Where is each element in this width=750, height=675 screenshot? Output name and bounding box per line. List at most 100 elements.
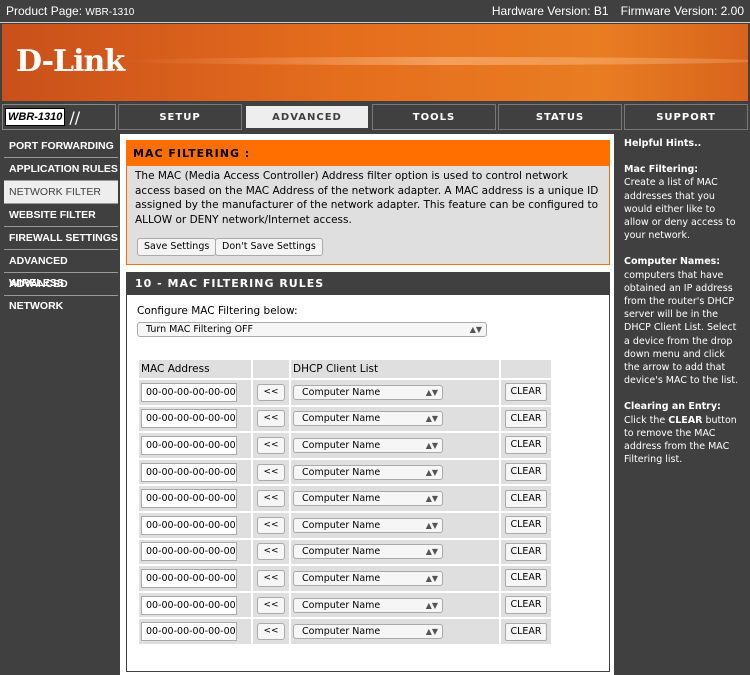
table-row: 00-00-00-00-00-00 << Computer Name ▲▼ CLE… (139, 566, 551, 591)
tab-setup[interactable]: SETUP (118, 104, 242, 130)
clear-button[interactable]: CLEAR (505, 622, 547, 641)
banner: D-Link (2, 24, 748, 101)
copy-mac-button[interactable]: << (257, 516, 285, 534)
dhcp-cell: Computer Name ▲▼ (291, 619, 499, 644)
copy-mac-button[interactable]: << (257, 596, 285, 614)
clear-button[interactable]: CLEAR (505, 463, 547, 482)
hint-names-title: Computer Names: (624, 256, 721, 268)
header-copy (253, 360, 289, 378)
dhcp-client-select[interactable]: Computer Name ▲▼ (293, 624, 443, 640)
firmware-version: Firmware Version: 2.00 (620, 4, 744, 18)
dhcp-client-select[interactable]: Computer Name ▲▼ (293, 517, 443, 533)
clear-button[interactable]: CLEAR (505, 542, 547, 561)
dlink-logo: D-Link (16, 44, 125, 79)
hint-clear-text: Click the (624, 414, 669, 426)
save-settings-button[interactable]: Save Settings (137, 238, 217, 256)
configure-label: Configure MAC Filtering below: (137, 305, 298, 317)
dhcp-cell: Computer Name ▲▼ (291, 592, 499, 618)
dhcp-client-select[interactable]: Computer Name ▲▼ (293, 411, 443, 427)
mac-address-input[interactable]: 00-00-00-00-00-00 (141, 462, 237, 482)
mac-address-input[interactable]: 00-00-00-00-00-00 (141, 382, 237, 402)
hint-clear-title: Clearing an Entry: (624, 401, 721, 413)
dhcp-client-select[interactable]: Computer Name ▲▼ (293, 491, 443, 507)
sidebar-item-firewall-settings[interactable]: FIREWALL SETTINGS (4, 227, 118, 250)
mac-cell: 00-00-00-00-00-00 (139, 512, 251, 538)
hint-clear-bold: CLEAR (668, 414, 703, 426)
clear-cell: CLEAR (501, 619, 551, 644)
copy-cell: << (253, 512, 289, 538)
tab-status[interactable]: STATUS (498, 104, 622, 130)
mac-cell: 00-00-00-00-00-00 (139, 539, 251, 565)
copy-cell: << (253, 459, 289, 485)
product-link[interactable]: WBR-1310 (85, 7, 134, 18)
section-title: MAC FILTERING : (127, 141, 609, 166)
sidebar-item-application-rules[interactable]: APPLICATION RULES (4, 158, 118, 181)
copy-mac-button[interactable]: << (257, 543, 285, 561)
dhcp-client-select[interactable]: Computer Name ▲▼ (293, 570, 443, 586)
client-value: Computer Name (302, 546, 381, 558)
sidebar-item-port-forwarding[interactable]: PORT FORWARDING (4, 135, 118, 158)
table-row: 00-00-00-00-00-00 << Computer Name ▲▼ CLE… (139, 459, 551, 485)
helpful-hints: Helpful Hints.. Mac Filtering: Create a l… (618, 134, 748, 481)
header-dhcp: DHCP Client List (291, 360, 499, 378)
dhcp-client-select[interactable]: Computer Name ▲▼ (293, 544, 443, 560)
hints-title: Helpful Hints.. (624, 138, 702, 149)
tab-support[interactable]: SUPPORT (624, 104, 748, 130)
copy-mac-button[interactable]: << (257, 463, 285, 481)
clear-button[interactable]: CLEAR (505, 596, 547, 615)
mac-filtering-mode-select[interactable]: Turn MAC Filtering OFF ▲▼ (137, 322, 487, 337)
mac-address-input[interactable]: 00-00-00-00-00-00 (141, 409, 237, 429)
hint-mac-title: Mac Filtering: (624, 164, 699, 176)
client-value: Computer Name (302, 413, 381, 425)
mac-address-input[interactable]: 00-00-00-00-00-00 (141, 568, 237, 588)
tab-advanced[interactable]: ADVANCED (244, 104, 370, 130)
mac-address-input[interactable]: 00-00-00-00-00-00 (141, 515, 237, 535)
clear-button[interactable]: CLEAR (505, 569, 547, 588)
dhcp-client-select[interactable]: Computer Name ▲▼ (293, 597, 443, 613)
copy-mac-button[interactable]: << (257, 436, 285, 454)
sidebar-item-website-filter[interactable]: WEBSITE FILTER (4, 204, 118, 227)
copy-mac-button[interactable]: << (257, 623, 285, 641)
sidebar-item-advanced-wireless[interactable]: ADVANCED WIRELESS (4, 250, 118, 289)
copy-mac-button[interactable]: << (257, 569, 285, 587)
mac-address-input[interactable]: 00-00-00-00-00-00 (141, 542, 237, 562)
dhcp-cell: Computer Name ▲▼ (291, 566, 499, 591)
table-row: 00-00-00-00-00-00 << Computer Name ▲▼ CLE… (139, 592, 551, 618)
section-description: The MAC (Media Access Controller) Addres… (135, 170, 599, 226)
dhcp-cell: Computer Name ▲▼ (291, 406, 499, 432)
dhcp-client-select[interactable]: Computer Name ▲▼ (293, 384, 443, 400)
dhcp-cell: Computer Name ▲▼ (291, 433, 499, 458)
mac-address-input[interactable]: 00-00-00-00-00-00 (141, 622, 237, 642)
clear-button[interactable]: CLEAR (505, 409, 547, 428)
dhcp-cell: Computer Name ▲▼ (291, 486, 499, 511)
header-mac: MAC Address (139, 360, 251, 378)
table-row: 00-00-00-00-00-00 << Computer Name ▲▼ CLE… (139, 486, 551, 511)
tab-tools[interactable]: TOOLS (372, 104, 496, 130)
table-row: 00-00-00-00-00-00 << Computer Name ▲▼ CLE… (139, 433, 551, 458)
mac-address-input[interactable]: 00-00-00-00-00-00 (141, 489, 237, 509)
copy-mac-button[interactable]: << (257, 383, 285, 401)
dhcp-client-select[interactable]: Computer Name ▲▼ (293, 464, 443, 480)
sidebar-item-advanced-network[interactable]: ADVANCED NETWORK (4, 273, 118, 312)
mac-address-input[interactable]: 00-00-00-00-00-00 (141, 595, 237, 615)
mac-cell: 00-00-00-00-00-00 (139, 486, 251, 511)
main-content: MAC FILTERING : The MAC (Media Access Co… (120, 134, 614, 675)
dhcp-client-select[interactable]: Computer Name ▲▼ (293, 437, 443, 453)
client-value: Computer Name (302, 626, 381, 638)
clear-button[interactable]: CLEAR (505, 383, 547, 402)
dont-save-settings-button[interactable]: Don't Save Settings (215, 238, 323, 256)
clear-button[interactable]: CLEAR (505, 489, 547, 508)
client-value: Computer Name (302, 599, 381, 611)
clear-button[interactable]: CLEAR (505, 516, 547, 535)
clear-button[interactable]: CLEAR (505, 436, 547, 455)
copy-mac-button[interactable]: << (257, 410, 285, 428)
copy-mac-button[interactable]: << (257, 490, 285, 508)
mac-address-input[interactable]: 00-00-00-00-00-00 (141, 435, 237, 455)
mac-filtering-rules-section: 10 - MAC FILTERING RULES Configure MAC F… (126, 272, 610, 672)
mac-cell: 00-00-00-00-00-00 (139, 433, 251, 458)
model-name: WBR-1310 (5, 108, 66, 126)
mac-cell: 00-00-00-00-00-00 (139, 592, 251, 618)
copy-cell: << (253, 433, 289, 458)
sidebar-item-network-filter[interactable]: NETWORK FILTER (4, 181, 118, 204)
hardware-version: Hardware Version: B1 (491, 4, 609, 18)
